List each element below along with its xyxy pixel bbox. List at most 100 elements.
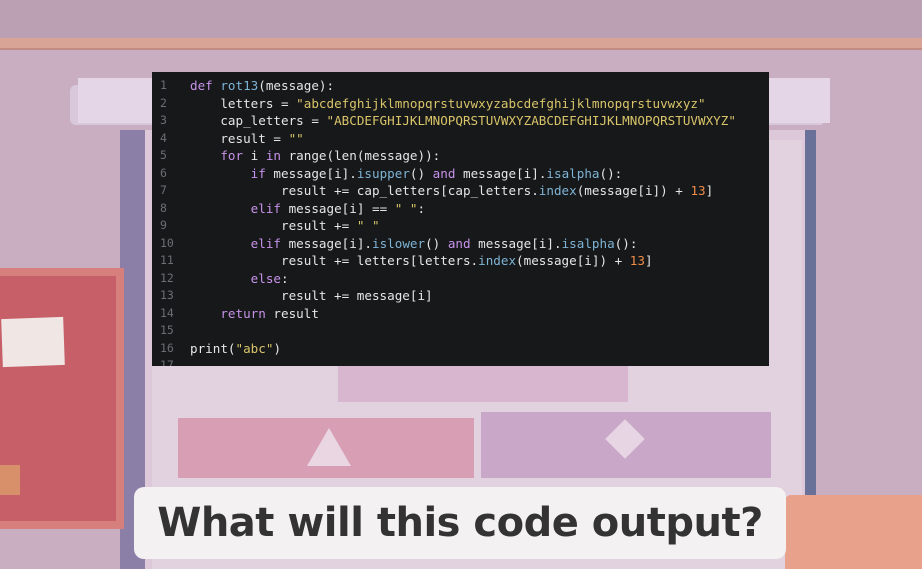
code-line: 15 [152,322,769,340]
code-token: message[i]. [281,235,373,251]
code-line: 8 elif message[i] == " ": [152,200,769,218]
code-token: "" [288,130,304,146]
line-code: result = "" [180,130,304,148]
line-number: 11 [160,253,174,267]
code-token: isalpha [561,235,615,251]
code-token: result += cap_letters[cap_letters. [190,183,539,198]
line-number: 16 [160,340,174,355]
line-code: print("abc") [180,340,281,358]
code-token: " " [394,200,418,216]
code-token: () [409,165,433,181]
code-token: " " [356,218,380,233]
code-token: for [220,148,244,163]
code-lines: 1 def rot13(message): 2 letters = "abcdefg… [152,72,769,366]
line-number: 7 [160,183,167,197]
code-token: if [250,165,266,181]
code-token: ] [705,183,714,198]
code-token: letters = [190,95,297,111]
code-token: rot13 [220,78,259,93]
code-token: : [281,270,289,286]
code-token: cap_letters = [190,113,327,128]
code-token: elif [250,235,282,251]
code-line: 14 return result [152,305,769,323]
line-code: result += message[i] [180,287,433,305]
code-token: elif [250,200,282,216]
pinned-note [1,316,65,368]
line-number: 13 [160,288,174,302]
line-code: result += letters[letters.index(message[… [180,252,653,270]
line-number: 8 [160,200,167,215]
code-line: 1 def rot13(message): [152,77,769,95]
line-number: 15 [160,323,174,337]
code-token: range(len(message)): [281,148,441,163]
code-token: result += letters[letters. [190,253,479,268]
code-line: 3 cap_letters = "ABCDEFGHIJKLMNOPQRSTUVW… [152,112,769,130]
code-token: i [243,148,266,163]
code-token: (): [599,165,623,181]
code-token: 13 [690,183,706,198]
code-token: and [447,235,471,251]
code-token: index [538,183,577,198]
shelf [0,38,922,50]
code-token: result += [190,218,357,233]
code-token: islower [372,235,426,251]
line-number: 4 [160,130,167,145]
code-token: "ABCDEFGHIJKLMNOPQRSTUVWXYZABCDEFGHIJKLM… [326,113,736,128]
code-token: () [425,235,448,251]
line-code: cap_letters = "ABCDEFGHIJKLMNOPQRSTUVWXY… [180,112,736,130]
code-token: message[i] == [281,200,395,216]
code-token: result = [190,130,289,146]
code-token: "abcdefghijklmnopqrstuvwxyzabcdefghijklm… [296,95,706,111]
line-code: if message[i].isupper() and message[i].i… [180,165,623,183]
code-line: 16 print("abc") [152,340,769,358]
line-code: return result [180,305,319,323]
code-token: ( [227,340,236,356]
code-window: 1 def rot13(message): 2 letters = "abcdefg… [152,72,769,366]
line-code: def rot13(message): [180,77,334,95]
code-line: 10 elif message[i].islower() and message… [152,235,769,253]
line-code: letters = "abcdefghijklmnopqrstuvwxyzabc… [180,95,706,113]
triangle-icon [307,428,351,466]
code-token: ] [644,253,653,268]
line-number: 17 [160,358,174,366]
code-token: ) [273,340,282,356]
line-number: 3 [160,113,167,127]
code-token: else [250,270,282,286]
code-token: "abc" [235,340,274,356]
code-token: def [190,78,221,93]
code-token: message[i]. [265,165,357,181]
line-number: 2 [160,95,167,110]
question-box: What will this code output? [134,487,786,559]
code-token: print [190,340,228,356]
line-code: result += " " [180,217,380,235]
line-code: elif message[i].islower() and message[i]… [180,235,638,253]
code-line: 17 [152,357,769,366]
code-token: isupper [356,165,410,181]
code-token: message[i]. [455,165,547,181]
code-token: and [432,165,456,181]
code-line: 9 result += " " [152,217,769,235]
line-code: else: [180,270,289,288]
code-token: in [265,148,282,163]
table [785,495,922,569]
line-number: 9 [160,218,167,232]
code-token: (message[i]) + [576,183,691,198]
code-token: result [265,305,319,321]
code-line: 7 result += cap_letters[cap_letters.inde… [152,182,769,200]
code-line: 12 else: [152,270,769,288]
code-token: return [220,305,266,321]
question-text: What will this code output? [157,500,763,546]
pinned-card [0,465,20,495]
line-number: 12 [160,270,174,285]
line-code: elif message[i] == " ": [180,200,425,218]
line-number: 5 [160,148,167,162]
code-token: result += message[i] [190,288,433,303]
code-token: (message): [258,78,335,93]
